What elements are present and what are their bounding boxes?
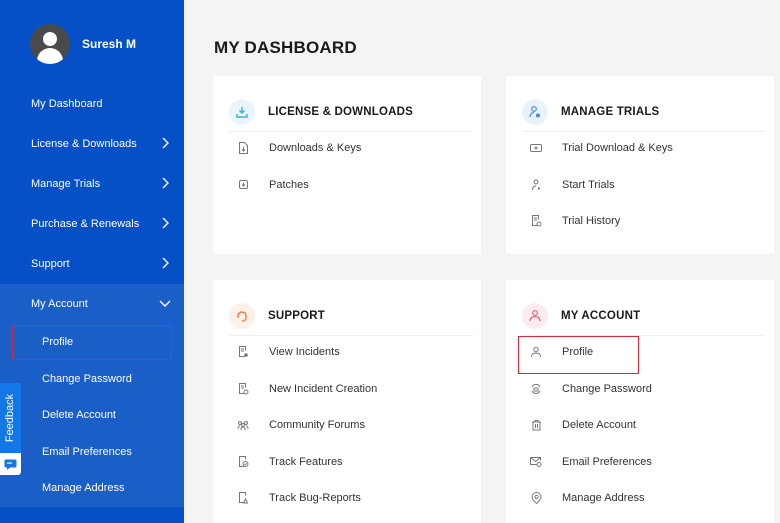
- trial-download-icon: [524, 143, 548, 153]
- sidebar: Suresh M My Dashboard License & Download…: [0, 0, 184, 523]
- card-license-downloads: LICENSE & DOWNLOADS Downloads & Keys Pat…: [213, 76, 481, 254]
- chat-icon: [0, 453, 21, 475]
- link-view-incidents[interactable]: View Incidents: [229, 334, 473, 371]
- track-bugs-icon: [231, 492, 255, 504]
- avatar: [30, 24, 70, 64]
- sidebar-item-label: Support: [31, 258, 70, 270]
- sidebar-item-my-account[interactable]: My Account: [0, 284, 184, 324]
- feedback-button[interactable]: Feedback: [0, 383, 21, 475]
- user-trial-icon: [522, 99, 548, 125]
- link-new-incident-creation[interactable]: New Incident Creation: [229, 371, 473, 408]
- profile-icon: [524, 346, 548, 358]
- link-trial-history[interactable]: Trial History: [522, 203, 766, 240]
- sidebar-subitem-delete-account[interactable]: Delete Account: [0, 397, 184, 434]
- link-label: Profile: [562, 346, 594, 359]
- trash-icon: [524, 419, 548, 431]
- sidebar-subitem-label: Change Password: [42, 372, 132, 385]
- sidebar-subitem-label: Profile: [42, 336, 74, 349]
- sidebar-subitem-email-preferences[interactable]: Email Preferences: [0, 434, 184, 471]
- link-label: Downloads & Keys: [269, 142, 362, 155]
- link-email-preferences[interactable]: Email Preferences: [522, 444, 766, 481]
- link-start-trials[interactable]: Start Trials: [522, 167, 766, 204]
- link-patches[interactable]: Patches: [229, 167, 473, 204]
- sidebar-item-label: My Dashboard: [31, 98, 103, 110]
- sidebar-subitem-change-password[interactable]: Change Password: [0, 361, 184, 398]
- card-manage-trials: MANAGE TRIALS Trial Download & Keys Star…: [506, 76, 774, 254]
- link-label: Start Trials: [562, 178, 615, 191]
- link-profile[interactable]: Profile: [518, 334, 766, 374]
- link-label: Community Forums: [269, 419, 365, 432]
- file-download-icon: [231, 142, 255, 155]
- link-label: Trial Download & Keys: [562, 142, 673, 155]
- link-label: Trial History: [562, 215, 621, 228]
- link-label: New Incident Creation: [269, 382, 378, 395]
- sidebar-subitem-profile[interactable]: Profile: [0, 324, 184, 361]
- sidebar-subitem-label: Delete Account: [42, 409, 116, 422]
- link-trial-download-keys[interactable]: Trial Download & Keys: [522, 130, 766, 167]
- link-label: Manage Address: [562, 492, 645, 505]
- card-title: SUPPORT: [268, 310, 325, 322]
- link-downloads-keys[interactable]: Downloads & Keys: [229, 130, 473, 167]
- link-label: Track Features: [269, 455, 343, 468]
- card-title: LICENSE & DOWNLOADS: [268, 106, 413, 118]
- community-icon: [231, 420, 255, 431]
- location-icon: [524, 492, 548, 505]
- link-track-bug-reports[interactable]: Track Bug-Reports: [229, 480, 473, 517]
- card-my-account: MY ACCOUNT Profile Change Password Delet…: [506, 280, 774, 523]
- sidebar-subitem-manage-address[interactable]: Manage Address: [0, 470, 184, 507]
- card-header: MANAGE TRIALS: [522, 95, 766, 132]
- email-icon: [524, 456, 548, 468]
- user-name: Suresh M: [82, 37, 137, 51]
- sidebar-item-license-downloads[interactable]: License & Downloads: [0, 124, 184, 164]
- card-title: MANAGE TRIALS: [561, 106, 660, 118]
- feedback-tab: Feedback: [0, 383, 21, 453]
- sidebar-item-label: License & Downloads: [31, 138, 137, 150]
- sidebar-subitem-label: Email Preferences: [42, 445, 132, 458]
- account-icon: [522, 303, 548, 329]
- link-label: Delete Account: [562, 419, 636, 432]
- chevron-right-icon: [162, 257, 169, 269]
- page-title: MY DASHBOARD: [214, 38, 357, 57]
- card-title: MY ACCOUNT: [561, 310, 641, 322]
- track-features-icon: [231, 455, 255, 468]
- sidebar-item-manage-trials[interactable]: Manage Trials: [0, 164, 184, 204]
- sidebar-item-my-dashboard[interactable]: My Dashboard: [0, 84, 184, 124]
- download-icon: [229, 99, 255, 125]
- chevron-right-icon: [162, 217, 169, 229]
- history-icon: [524, 215, 548, 227]
- chevron-right-icon: [162, 177, 169, 189]
- link-label: Track Bug-Reports: [269, 492, 361, 505]
- feedback-label: Feedback: [4, 393, 17, 443]
- sidebar-item-purchase-renewals[interactable]: Purchase & Renewals: [0, 204, 184, 244]
- card-header: SUPPORT: [229, 299, 473, 336]
- link-change-password[interactable]: Change Password: [522, 371, 766, 408]
- start-trial-icon: [524, 179, 548, 191]
- view-incidents-icon: [231, 346, 255, 358]
- chevron-down-icon: [159, 300, 171, 307]
- link-label: Patches: [269, 178, 309, 191]
- sidebar-subitem-label: Manage Address: [42, 482, 125, 495]
- chevron-right-icon: [162, 137, 169, 149]
- password-icon: [524, 383, 548, 395]
- link-community-forums[interactable]: Community Forums: [229, 407, 473, 444]
- sidebar-item-label: Purchase & Renewals: [31, 218, 140, 230]
- sidebar-item-label: Manage Trials: [31, 178, 101, 190]
- sidebar-nav: My Dashboard License & Downloads Manage …: [0, 84, 184, 507]
- link-label: Email Preferences: [562, 455, 652, 468]
- sidebar-item-support[interactable]: Support: [0, 244, 184, 284]
- headset-icon: [229, 303, 255, 329]
- user-profile[interactable]: Suresh M: [30, 24, 136, 64]
- sidebar-group-my-account: My Account Profile Change Password Delet…: [0, 284, 184, 507]
- link-manage-address[interactable]: Manage Address: [522, 480, 766, 517]
- new-incident-icon: [231, 382, 255, 395]
- link-label: View Incidents: [269, 346, 340, 359]
- card-header: MY ACCOUNT: [522, 299, 766, 336]
- patch-icon: [231, 179, 255, 190]
- link-track-features[interactable]: Track Features: [229, 444, 473, 481]
- card-support: SUPPORT View Incidents New Incident Crea…: [213, 280, 481, 523]
- link-label: Change Password: [562, 382, 652, 395]
- card-header: LICENSE & DOWNLOADS: [229, 95, 473, 132]
- sidebar-item-label: My Account: [31, 298, 88, 310]
- link-delete-account[interactable]: Delete Account: [522, 407, 766, 444]
